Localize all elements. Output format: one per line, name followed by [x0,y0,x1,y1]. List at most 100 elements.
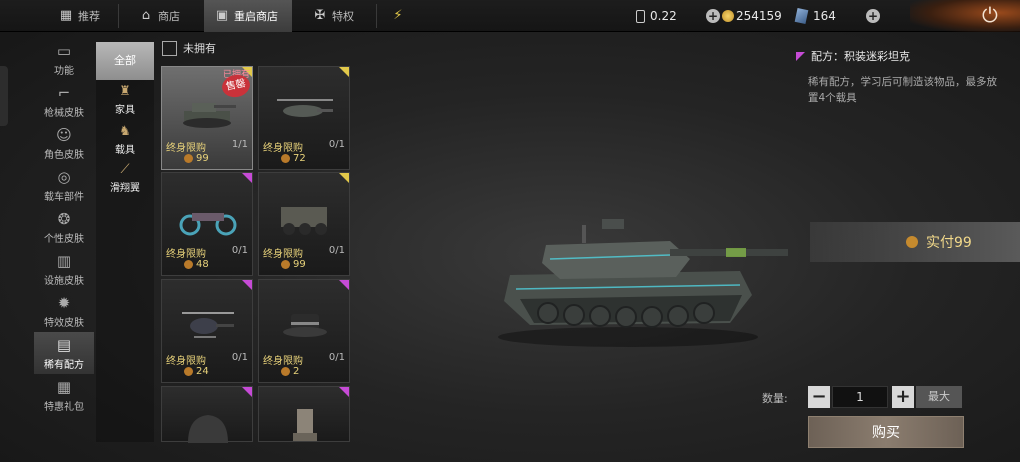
quantity-label: 数量: [762,392,788,405]
coin-icon [281,154,290,163]
item-card-tank[interactable]: 已拥有 售罄 终身限购 1/1 99 [161,66,253,170]
power-icon: ⏻ [982,3,998,27]
price-value: 24 [196,366,209,377]
character-skin-icon: ☺ [56,126,72,144]
stock-count: 0/1 [231,245,248,256]
sidebar-item-label: 载车部件 [44,192,84,203]
personal-skin-icon: ❂ [57,210,71,228]
sidebar-item-gift-pack[interactable]: ▦ 特惠礼包 [34,374,94,416]
effect-skin-icon: ✹ [57,294,71,312]
card-value: 164 [813,9,836,23]
sidebar-item-effect-skin[interactable]: ✹ 特效皮肤 [34,290,94,332]
tab-extra[interactable]: ⚡ [384,0,416,32]
sidebar-item-label: 特惠礼包 [44,402,84,413]
sidebar-item-label: 角色皮肤 [44,150,84,161]
armored-truck-thumbnail [281,207,327,235]
stock-count: 0/1 [231,352,248,363]
subcategory-column: 全部 ♜ 家具 ♞ 载具 ⟋ 滑翔翼 [96,42,154,442]
add-button[interactable]: + [866,0,880,32]
tank-preview [498,219,788,347]
tab-label: 推荐 [78,10,100,23]
rare-recipe-icon: ▤ [56,336,72,354]
item-price: 24 [184,366,209,377]
left-edge-handle[interactable] [0,66,8,126]
purchase-limit: 终身限购 [263,143,303,154]
gift-pack-icon: ▦ [56,378,72,396]
coin-icon [906,236,918,248]
sidebar-item-rare-recipe[interactable]: ▤ 稀有配方 [34,332,94,374]
subcategory-label: 载具 [115,145,135,156]
item-price: 72 [281,153,306,164]
coin-icon [722,10,734,22]
statue-thumbnail [293,409,317,441]
coin-icon [281,367,290,376]
power-button[interactable]: ⏻ [910,0,1020,32]
subcategory-glider[interactable]: ⟋ 滑翔翼 [104,162,146,194]
gun-skin-icon: ⌐ [57,84,71,102]
item-card-hat[interactable]: 终身限购 0/1 2 [258,279,350,383]
sidebar-item-personal-skin[interactable]: ❂ 个性皮肤 [34,206,94,248]
tab-reboot-shop[interactable]: ▣ 重启商店 [204,0,292,32]
subcategory-furniture[interactable]: ♜ 家具 [104,84,146,116]
quantity-minus-button[interactable]: − [808,386,830,408]
sidebar-item-facility-skin[interactable]: ▥ 设施皮肤 [34,248,94,290]
price-value: 99 [196,153,209,164]
sidebar-item-character-skin[interactable]: ☺ 角色皮肤 [34,122,94,164]
sidebar-item-vehicle-parts[interactable]: ◎ 载车部件 [34,164,94,206]
item-card-small-helicopter[interactable]: 终身限购 0/1 24 [161,279,253,383]
rarity-corner [339,67,349,77]
recipe-description: 稀有配方，学习后可制造该物品，最多放置4个载具 [808,76,997,104]
sidebar-item-label: 特效皮肤 [44,318,84,329]
tab-divider [118,4,119,28]
purchase-limit: 终身限购 [166,356,206,367]
rarity-corner [339,387,349,397]
item-price: 48 [184,259,209,270]
item-card-statue[interactable] [258,386,350,442]
item-price: 99 [281,259,306,270]
lightning-icon: ⚡ [393,8,403,23]
item-card-motorcycle[interactable]: 终身限购 0/1 48 [161,172,253,276]
quantity-max-button[interactable]: 最大 [916,386,962,408]
stock-count: 0/1 [328,139,345,150]
sidebar-item-gun-skin[interactable]: ⌐ 枪械皮肤 [34,80,94,122]
sidebar-item-label: 枪械皮肤 [44,108,84,119]
quantity-input[interactable]: 1 [832,386,888,408]
stock-count: 1/1 [231,139,248,150]
unowned-label: 未拥有 [183,42,216,55]
quantity-plus-button[interactable]: + [892,386,914,408]
tab-privilege[interactable]: ✠ 特权 [304,0,362,32]
coin-icon [184,154,193,163]
card-balance: 164 [794,0,836,32]
rarity-corner [339,280,349,290]
card-icon [794,8,809,24]
item-price: 99 [184,153,209,164]
item-card-helicopter[interactable]: 终身限购 0/1 72 [258,66,350,170]
tab-label: 重启商店 [234,10,278,23]
rarity-indicator [796,51,805,61]
recipe-title: 配方：积装迷彩坦克 [796,48,910,64]
tank-thumbnail [183,103,236,128]
sidebar-item-function[interactable]: ▭ 功能 [34,38,94,80]
vehicle-icon: ♞ [119,124,131,139]
unowned-filter[interactable]: 未拥有 [162,40,216,56]
buy-button[interactable]: 购买 [808,416,964,448]
item-card-armored-truck[interactable]: 终身限购 0/1 99 [258,172,350,276]
item-card-helmet[interactable] [161,386,253,443]
shop-icon: ⌂ [141,8,151,23]
unowned-checkbox[interactable] [162,40,177,56]
purchase-limit: 终身限购 [263,356,303,367]
sidebar-item-label: 设施皮肤 [44,276,84,287]
price-value: 99 [293,259,306,270]
tab-recommend[interactable]: ▦ 推荐 [48,0,110,32]
top-bar: ▦ 推荐 ⌂ 商店 ▣ 重启商店 ✠ 特权 ⚡ 0.22 + 254159 16… [0,0,1020,32]
add-coins-icon[interactable]: + [706,9,720,23]
price-value: 2 [293,366,300,377]
tab-divider [376,4,377,28]
phone-balance: 0.22 [636,0,677,32]
tab-shop[interactable]: ⌂ 商店 [128,0,190,32]
motorcycle-thumbnail [179,213,237,236]
subcategory-vehicle[interactable]: ♞ 载具 [104,124,146,156]
coin-icon [184,367,193,376]
subcategory-label: 家具 [115,105,135,116]
subcategory-all[interactable]: 全部 [96,42,154,80]
